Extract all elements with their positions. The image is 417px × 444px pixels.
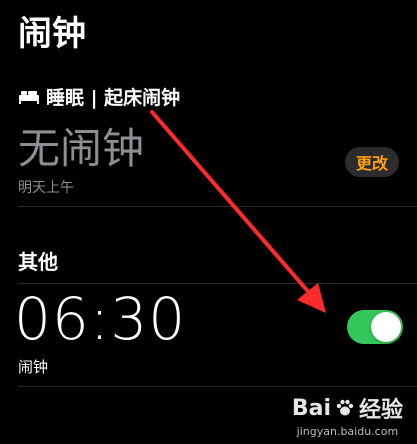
alarm-label: 闹钟	[18, 358, 49, 376]
sleep-alarm-subtitle: 明天上午	[18, 180, 74, 196]
change-button[interactable]: 更改	[345, 147, 399, 177]
toggle-knob	[371, 312, 401, 342]
divider	[18, 283, 417, 284]
watermark-url: jingyan.baidu.com	[296, 425, 399, 438]
page-title: 闹钟	[18, 14, 86, 54]
divider	[18, 386, 417, 387]
watermark-brand-b: 经验	[358, 398, 403, 423]
watermark-brand-a: Bai	[291, 395, 331, 421]
baidu-jingyan-watermark: Bai 经验 jingyan.baidu.com	[291, 392, 403, 439]
divider	[18, 206, 417, 207]
alarm-toggle[interactable]	[347, 310, 403, 344]
red-arrow-annotation	[150, 110, 326, 313]
paw-icon	[336, 399, 354, 416]
sleep-alarm-status: 无闹钟	[18, 124, 145, 173]
sleep-wake-section-header: 睡眠 | 起床闹钟	[18, 82, 180, 110]
other-section-header: 其他	[18, 250, 58, 274]
alarm-time[interactable]: 06:30	[14, 286, 186, 352]
bed-icon	[19, 91, 39, 104]
sleep-wake-label: 睡眠 | 起床闹钟	[46, 86, 181, 109]
